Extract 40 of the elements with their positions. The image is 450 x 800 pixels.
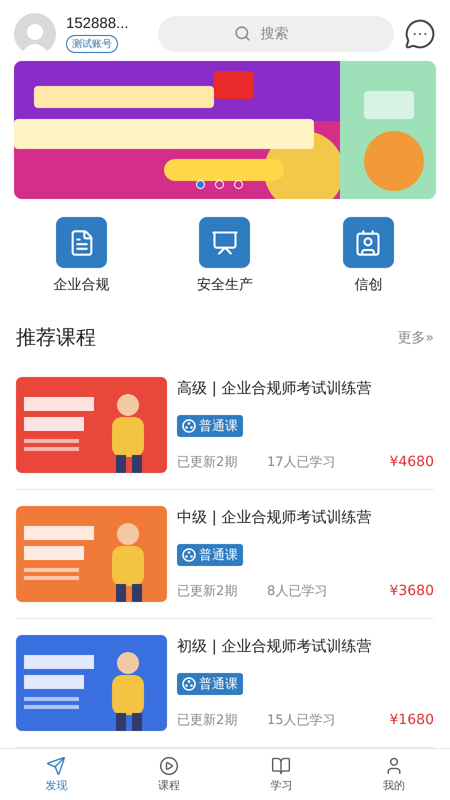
search-input[interactable]: 搜索 [258, 24, 318, 42]
film-reel-icon [182, 418, 196, 432]
course-title: 中级 | 企业合规师考试训练营 [177, 508, 373, 527]
update-count: 已更新2期 [177, 712, 238, 729]
category-button[interactable]: 安全生产 [174, 217, 275, 294]
update-count: 已更新2期 [177, 454, 238, 471]
course-title: 高级 | 企业合规师考试训练营 [177, 379, 373, 398]
course-price: ¥1680 [389, 712, 434, 728]
course-tag: 普通课 [177, 672, 243, 694]
book-icon [271, 756, 292, 776]
course-price: ¥3680 [389, 583, 434, 599]
account-badge: 测试账号 [66, 34, 118, 52]
learner-count: 17人已学习 [267, 454, 336, 471]
document-icon [56, 217, 108, 268]
course-price: ¥4680 [389, 454, 434, 470]
course-tag: 普通课 [177, 544, 243, 566]
section-title: 推荐课程 [16, 324, 96, 351]
paper-plane-icon [46, 756, 66, 776]
category-button[interactable]: 企业合规 [32, 217, 132, 294]
course-row[interactable]: 高级 | 企业合规师考试训练营 普通课 已更新2期 17人已学习 ¥4680 [16, 361, 434, 490]
learner-count: 8人已学习 [267, 583, 328, 600]
presentation-board-icon [199, 217, 250, 268]
chat-icon[interactable] [404, 18, 436, 50]
category-button[interactable]: 信创 [318, 217, 418, 294]
more-link[interactable]: 更多» [397, 328, 434, 346]
film-reel-icon [182, 548, 196, 562]
carousel-dot[interactable] [215, 180, 224, 189]
username: 152888... [66, 14, 130, 32]
course-title: 初级 | 企业合规师考试训练营 [177, 637, 373, 656]
search-field[interactable]: 搜索 [158, 16, 394, 52]
course-row[interactable]: 初级 | 企业合规师考试训练营 普通课 已更新2期 15人已学习 ¥1680 [16, 619, 434, 748]
film-reel-icon [182, 676, 196, 690]
learner-count: 15人已学习 [267, 712, 336, 729]
contact-card-icon [342, 217, 394, 268]
course-row[interactable]: 中级 | 企业合规师考试训练营 普通课 已更新2期 8人已学习 ¥3680 [16, 490, 434, 619]
play-icon [158, 756, 179, 776]
course-tag: 普通课 [177, 414, 243, 436]
carousel-dot[interactable] [234, 180, 243, 189]
search-icon [234, 25, 250, 42]
update-count: 已更新2期 [177, 583, 238, 600]
